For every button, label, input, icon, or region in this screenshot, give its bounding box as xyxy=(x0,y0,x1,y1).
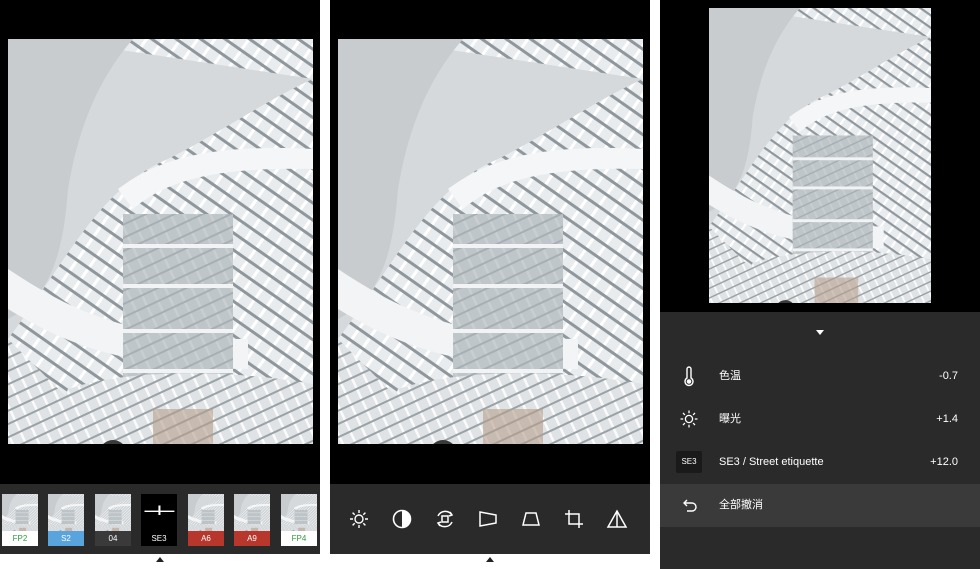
sheet-collapse-handle[interactable] xyxy=(660,312,980,354)
adjustment-label: SE3 / Street etiquette xyxy=(719,456,824,468)
adjustment-value: +1.4 xyxy=(936,413,958,425)
filter-label: A6 xyxy=(188,531,224,546)
filter-thumb-fp2[interactable]: FP2 xyxy=(2,494,38,546)
keystone-icon[interactable] xyxy=(519,507,543,531)
perspective-icon[interactable] xyxy=(476,507,500,531)
filter-label: 04 xyxy=(95,531,131,546)
crop-icon[interactable] xyxy=(562,507,586,531)
tools-bar xyxy=(330,484,650,554)
filter-screen: FP2 S2 04 —I— SE3 A6 A9 FP4 xyxy=(0,0,320,569)
filter-preview-image xyxy=(48,494,84,531)
rotate-icon[interactable] xyxy=(433,507,457,531)
undo-icon xyxy=(678,494,700,516)
filter-thumb-a9[interactable]: A9 xyxy=(234,494,270,546)
panel-footer xyxy=(330,554,650,569)
sun-icon xyxy=(678,408,700,430)
photo-preview xyxy=(8,39,313,444)
caret-up-icon[interactable] xyxy=(486,557,494,562)
filter-thumb-04[interactable]: 04 xyxy=(95,494,131,546)
filter-preview-image xyxy=(2,494,38,531)
filter-strip[interactable]: FP2 S2 04 —I— SE3 A6 A9 FP4 xyxy=(0,484,320,554)
filter-label: S2 xyxy=(48,531,84,546)
adjustment-label: 曝光 xyxy=(719,413,741,425)
filter-preview-image xyxy=(95,494,131,531)
filter-thumb-a6[interactable]: A6 xyxy=(188,494,224,546)
tools-screen xyxy=(330,0,650,569)
sharpen-icon[interactable] xyxy=(605,507,629,531)
adjustment-row-temperature[interactable]: 色温 -0.7 xyxy=(660,355,980,398)
filter-badge: SE3 xyxy=(676,451,702,473)
caret-up-icon[interactable] xyxy=(156,557,164,562)
adjustment-label: 色温 xyxy=(719,370,741,382)
contrast-icon[interactable] xyxy=(390,507,414,531)
adjustments-screen: 色温 -0.7 曝光 +1.4 SE3 SE3 / Street etiquet… xyxy=(660,0,980,569)
adjustments-sheet: 色温 -0.7 曝光 +1.4 SE3 SE3 / Street etiquet… xyxy=(660,312,980,569)
filter-preview-image xyxy=(188,494,224,531)
reset-all-button[interactable]: 全部撤消 xyxy=(660,484,980,527)
filter-thumb-s2[interactable]: S2 xyxy=(48,494,84,546)
filter-label: A9 xyxy=(234,531,270,546)
filter-label: SE3 xyxy=(141,531,177,546)
exposure-icon[interactable] xyxy=(347,507,371,531)
adjustment-value: -0.7 xyxy=(939,370,958,382)
adjustment-row-exposure[interactable]: 曝光 +1.4 xyxy=(660,398,980,441)
filter-preview-image xyxy=(281,494,317,531)
filter-label: FP4 xyxy=(281,531,317,546)
adjustment-value: +12.0 xyxy=(930,456,958,468)
reset-label: 全部撤消 xyxy=(719,499,763,511)
filter-label: FP2 xyxy=(2,531,38,546)
photo-preview xyxy=(338,39,643,444)
panel-footer xyxy=(0,554,320,569)
filter-thumb-se3[interactable]: —I— SE3 xyxy=(141,494,177,546)
filter-preview-image xyxy=(234,494,270,531)
caret-down-icon[interactable] xyxy=(816,330,824,335)
filter-selected-icon: —I— xyxy=(144,502,175,518)
adjustment-row-filter[interactable]: SE3 SE3 / Street etiquette +12.0 xyxy=(660,441,980,484)
thermometer-icon xyxy=(678,365,700,387)
filter-thumb-fp4[interactable]: FP4 xyxy=(281,494,317,546)
photo-preview xyxy=(709,8,931,303)
